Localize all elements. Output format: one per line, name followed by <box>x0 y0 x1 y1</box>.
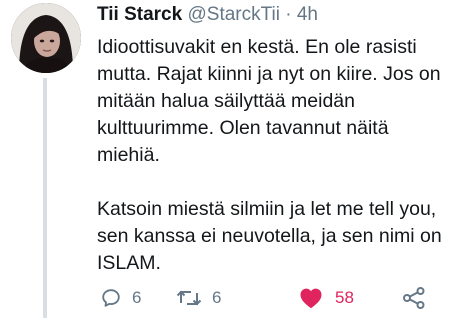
speech-bubble-icon <box>102 289 120 307</box>
thread-line <box>43 78 47 318</box>
retweet-count: 6 <box>212 288 222 307</box>
tweet-header: Tii Starck @StarckTii · 4h <box>97 2 453 28</box>
tweet[interactable]: Tii Starck @StarckTii · 4h Idioottisuvak… <box>0 0 457 318</box>
avatar[interactable] <box>11 3 81 73</box>
author-name[interactable]: Tii Starck <box>97 4 182 25</box>
tweet-paragraph: Idioottisuvakit en kestä. En ole rasisti… <box>97 36 441 166</box>
like-count: 58 <box>335 288 354 307</box>
tweet-paragraph: Katsoin miestä silmiin ja let me tell yo… <box>97 198 442 274</box>
retweet-button[interactable]: 6 <box>176 287 221 309</box>
tweet-content: Tii Starck @StarckTii · 4h Idioottisuvak… <box>97 2 453 277</box>
like-button[interactable]: 58 <box>299 287 354 309</box>
author-handle[interactable]: @StarckTii <box>187 4 279 25</box>
avatar-photo-icon <box>11 3 81 73</box>
separator-dot: · <box>285 4 292 25</box>
share-nodes-icon <box>403 287 425 309</box>
timestamp[interactable]: 4h <box>297 4 318 25</box>
reply-button[interactable]: 6 <box>100 287 141 309</box>
share-button[interactable] <box>402 287 426 309</box>
tweet-text: Idioottisuvakit en kestä. En ole rasisti… <box>97 34 453 277</box>
heart-icon <box>300 288 322 309</box>
action-bar: 6 6 58 <box>97 287 437 311</box>
reply-count: 6 <box>132 288 142 307</box>
retweet-arrows-icon <box>176 290 202 306</box>
